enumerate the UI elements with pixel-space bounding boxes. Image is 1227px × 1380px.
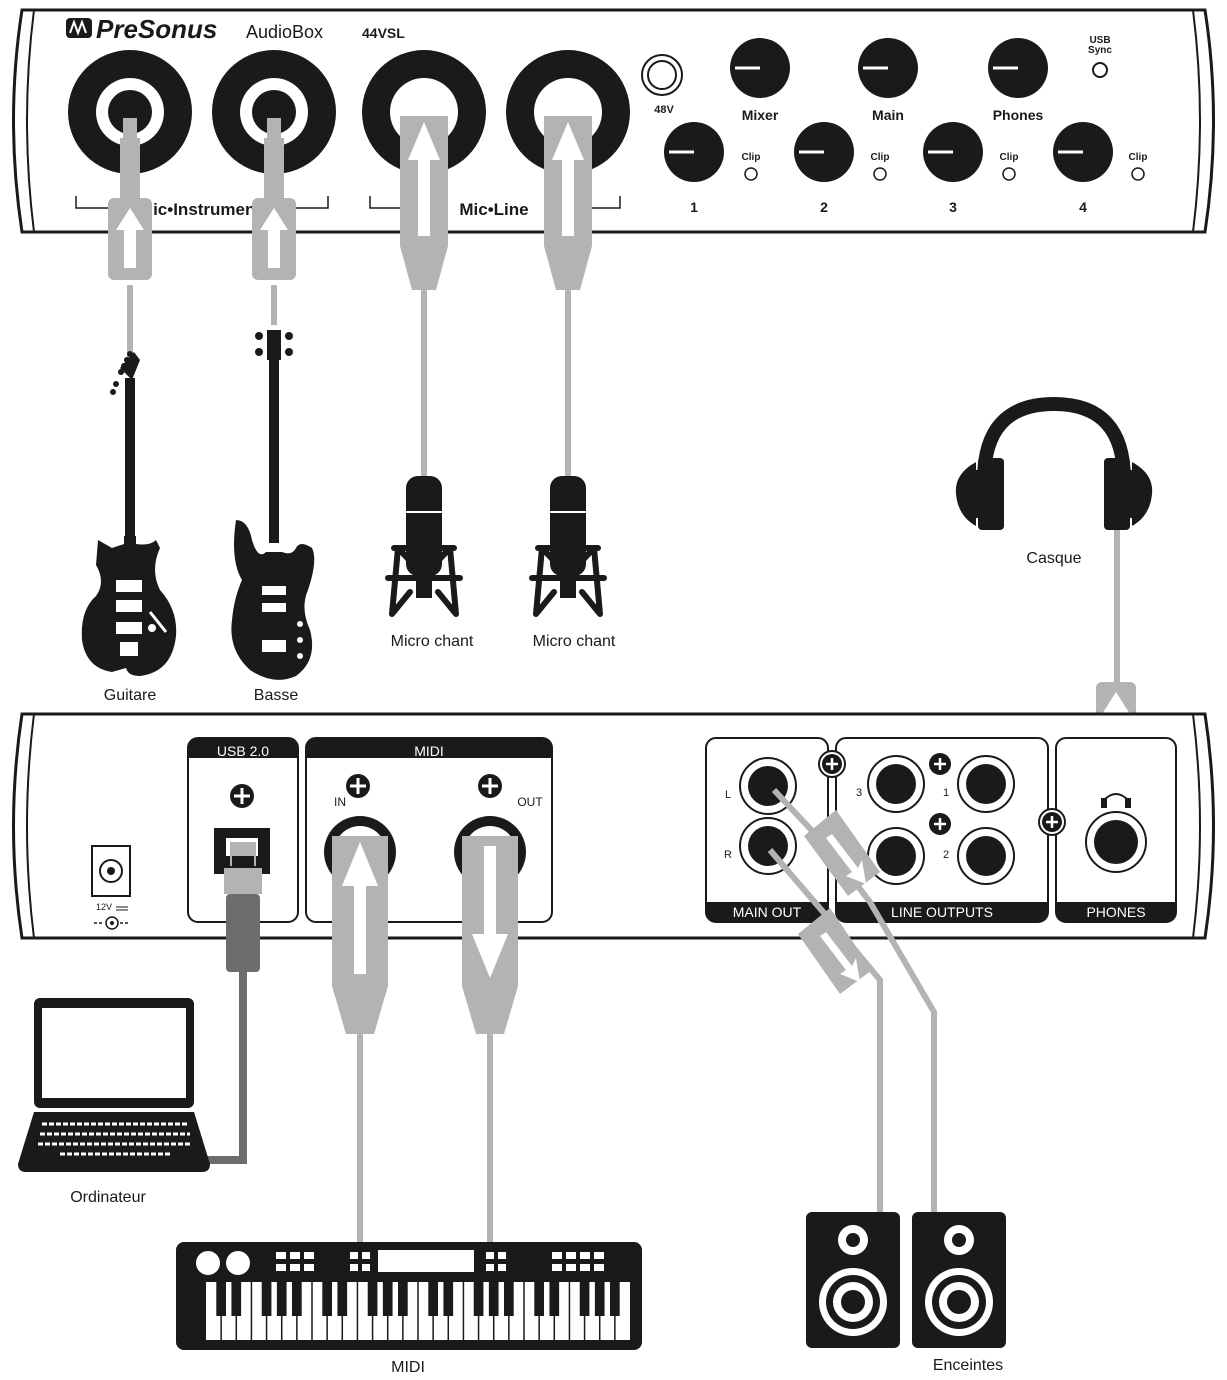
brand-model: AudioBox xyxy=(246,22,323,42)
label-midi-section: MIDI xyxy=(414,743,444,759)
label-line-outputs: LINE OUTPUTS xyxy=(891,904,993,920)
black-key xyxy=(594,1282,605,1316)
phones-knob[interactable] xyxy=(988,38,1048,98)
black-key xyxy=(398,1282,408,1316)
label-phones: Phones xyxy=(993,107,1044,123)
black-key xyxy=(276,1282,287,1316)
channel-label-1: 1 xyxy=(690,199,698,215)
line-phones-screw-icon xyxy=(1038,808,1066,836)
clip-label-4: Clip xyxy=(1129,152,1148,163)
midi-in-cable xyxy=(332,836,388,1244)
black-key xyxy=(337,1282,348,1316)
midi-in-screw-icon xyxy=(346,774,370,798)
rear-panel: 12V USB 2.0 MIDI IN OUT MAIN OUT L R LIN… xyxy=(12,712,1215,940)
label-usb: USB 2.0 xyxy=(217,743,269,759)
speaker-right-icon xyxy=(912,1212,1006,1348)
black-key xyxy=(322,1282,332,1316)
clip-led-3 xyxy=(1002,167,1016,181)
black-key xyxy=(579,1282,590,1316)
mic2-xlr-cable xyxy=(544,116,592,478)
clip-label-1: Clip xyxy=(742,152,761,163)
black-key xyxy=(488,1282,499,1316)
label-bass: Basse xyxy=(254,687,299,704)
black-key xyxy=(534,1282,544,1316)
label-phones-out: PHONES xyxy=(1086,904,1145,920)
label-48v: 48V xyxy=(654,104,674,116)
black-key xyxy=(367,1282,378,1316)
microphone-icon-1 xyxy=(385,476,463,617)
channel-label-3: 3 xyxy=(949,199,957,215)
channel-label-4: 4 xyxy=(1079,199,1087,215)
bass-icon xyxy=(231,330,315,680)
mixer-knob[interactable] xyxy=(730,38,790,98)
label-mic-1: Micro chant xyxy=(391,633,474,650)
label-mic-instrument: Mic•Instrument xyxy=(139,200,261,219)
black-key xyxy=(610,1282,620,1316)
midi-keyboard-icon xyxy=(176,1242,642,1350)
label-midi-keyboard: MIDI xyxy=(391,1359,425,1376)
clip-label-3: Clip xyxy=(1000,152,1019,163)
gain-knob-4[interactable] xyxy=(1053,122,1113,182)
label-midi-in: IN xyxy=(334,795,346,809)
midi-out-screw-icon xyxy=(478,774,502,798)
black-key xyxy=(504,1282,514,1316)
black-key xyxy=(428,1282,438,1316)
line-out-screw-top-icon xyxy=(929,753,951,775)
black-key xyxy=(261,1282,272,1316)
brand-variant: 44VSL xyxy=(362,25,405,41)
gain-knob-1[interactable] xyxy=(664,122,724,182)
label-main-out: MAIN OUT xyxy=(733,904,802,920)
label-main: Main xyxy=(872,107,904,123)
connection-diagram: PreSonus AudioBox 44VSL Mic•Instrument M… xyxy=(12,8,1215,1376)
black-key xyxy=(216,1282,226,1316)
label-main-l: L xyxy=(725,789,731,801)
label-mixer: Mixer xyxy=(742,107,779,123)
gain-knob-2[interactable] xyxy=(794,122,854,182)
black-key xyxy=(382,1282,393,1316)
phantom-power-button-inner xyxy=(647,60,677,90)
label-main-r: R xyxy=(724,849,732,861)
label-usb-sync-2: Sync xyxy=(1088,45,1112,56)
black-key xyxy=(549,1282,560,1316)
black-key xyxy=(292,1282,302,1316)
black-key xyxy=(473,1282,484,1316)
microphone-icon-2 xyxy=(529,476,607,617)
laptop-icon xyxy=(18,998,210,1172)
speaker-left-icon xyxy=(806,1212,900,1348)
clip-led-4 xyxy=(1131,167,1145,181)
label-power: 12V xyxy=(96,902,112,912)
clip-led-1 xyxy=(744,167,758,181)
label-computer: Ordinateur xyxy=(70,1189,146,1206)
label-mic-line: Mic•Line xyxy=(459,200,528,219)
label-midi-out: OUT xyxy=(517,795,543,809)
label-mic-2: Micro chant xyxy=(533,633,616,650)
label-headphones: Casque xyxy=(1026,550,1081,567)
channel-label-2: 2 xyxy=(820,199,828,215)
headphones-icon xyxy=(955,396,1153,530)
usb-ground-screw-icon xyxy=(230,784,254,808)
clip-label-2: Clip xyxy=(871,152,890,163)
guitar-icon xyxy=(81,351,177,676)
line-out-screw-bottom-icon xyxy=(929,813,951,835)
gain-knob-3[interactable] xyxy=(923,122,983,182)
main-knob[interactable] xyxy=(858,38,918,98)
front-panel: PreSonus AudioBox 44VSL Mic•Instrument M… xyxy=(12,8,1215,234)
brand-name: PreSonus xyxy=(96,14,217,44)
mic1-xlr-cable xyxy=(400,116,448,478)
label-line-2: 2 xyxy=(943,849,949,861)
presonus-logo xyxy=(66,18,92,38)
usb-sync-led xyxy=(1092,62,1108,78)
main-out-screw-icon xyxy=(818,750,846,778)
clip-led-2 xyxy=(873,167,887,181)
label-line-1: 1 xyxy=(943,787,949,799)
black-key xyxy=(443,1282,454,1316)
midi-out-cable xyxy=(462,836,518,1244)
black-key xyxy=(231,1282,242,1316)
label-line-3: 3 xyxy=(856,787,862,799)
label-speakers: Enceintes xyxy=(933,1357,1003,1374)
label-guitar: Guitare xyxy=(104,687,157,704)
